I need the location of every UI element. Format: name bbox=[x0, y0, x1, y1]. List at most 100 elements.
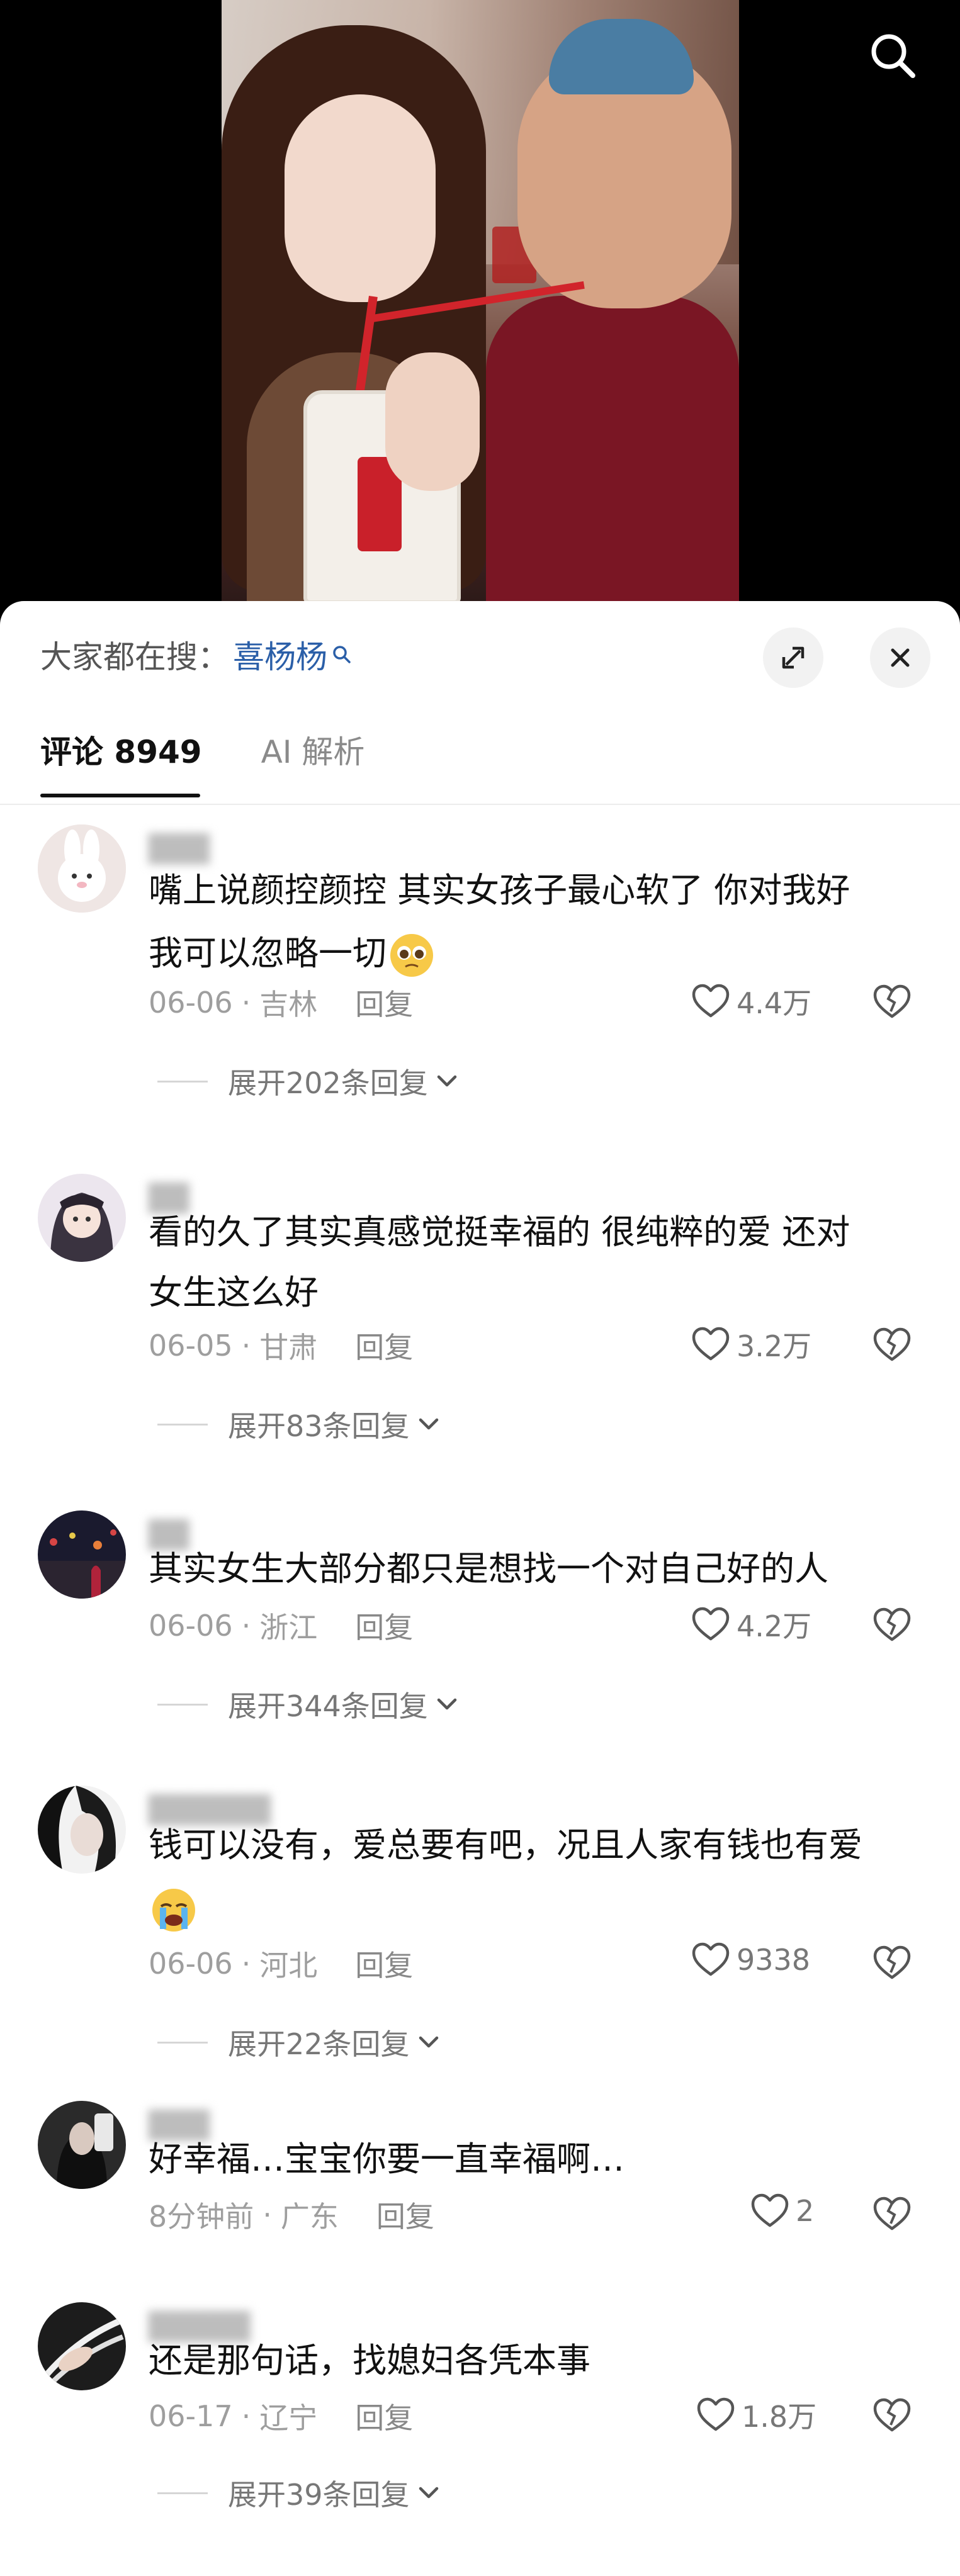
comment-text: 好幸福…宝宝你要一直幸福啊… bbox=[149, 2129, 917, 2190]
comment-text-line: 还是那句话，找媳妇各凭本事 bbox=[149, 2341, 590, 2380]
expand-replies-button[interactable]: 展开22条回复 bbox=[157, 2022, 440, 2063]
expand-replies-label: 展开344条回复 bbox=[228, 1689, 428, 1723]
comment-location: 吉林 bbox=[259, 987, 318, 1021]
heart-icon bbox=[692, 984, 730, 1018]
comment-date: 06-06 bbox=[149, 1947, 233, 1981]
tabs-divider bbox=[0, 804, 960, 805]
reply-button[interactable]: 回复 bbox=[355, 1943, 413, 1984]
reply-button[interactable]: 回复 bbox=[376, 2194, 434, 2236]
video-person-face bbox=[285, 94, 436, 302]
close-icon bbox=[891, 648, 910, 667]
video-hand bbox=[385, 352, 480, 491]
comment-meta: 06-17 · 辽宁 回复 bbox=[149, 2395, 413, 2437]
tab-comments[interactable]: 评论 8949 bbox=[40, 727, 202, 796]
like-count: 4.2万 bbox=[737, 1609, 812, 1643]
comment-date: 06-06 bbox=[149, 1609, 233, 1643]
expand-replies-button[interactable]: 展开39条回复 bbox=[157, 2472, 440, 2514]
dislike-button[interactable] bbox=[869, 1601, 915, 1648]
broken-heart-icon bbox=[873, 1607, 911, 1641]
like-button[interactable]: 2 bbox=[750, 2193, 814, 2229]
comment-location: 浙江 bbox=[259, 1611, 318, 1645]
like-button[interactable]: 9338 bbox=[691, 1942, 810, 1978]
avatar[interactable] bbox=[38, 1174, 126, 1262]
reply-button[interactable]: 回复 bbox=[355, 2395, 413, 2437]
dislike-button[interactable] bbox=[869, 978, 915, 1025]
comment-text: 钱可以没有，爱总要有吧，况且人家有钱也有爱 bbox=[149, 1814, 917, 1940]
like-count: 1.8万 bbox=[742, 2400, 817, 2434]
comment-text: 其实女生大部分都只是想找一个对自己好的人 bbox=[149, 1539, 917, 1599]
chevron-down-icon bbox=[419, 2487, 438, 2499]
heart-icon bbox=[692, 1327, 730, 1361]
comment-meta: 06-06 · 浙江 回复 bbox=[149, 1605, 413, 1646]
comment-text-line: 女生这么好 bbox=[149, 1273, 319, 1312]
comment-text: 看的久了其实真感觉挺幸福的 很纯粹的爱 还对 女生这么好 bbox=[149, 1202, 917, 1323]
dislike-button[interactable] bbox=[869, 2190, 915, 2237]
comment-date: 06-17 bbox=[149, 2399, 233, 2433]
expand-replies-label: 展开83条回复 bbox=[228, 1409, 410, 1443]
trending-search[interactable]: 大家都在搜： 喜杨杨 bbox=[40, 626, 353, 683]
comment-text-line: 其实女生大部分都只是想找一个对自己好的人 bbox=[149, 1549, 828, 1589]
comment-meta: 06-05 · 甘肃 回复 bbox=[149, 1325, 413, 1366]
expand-replies-label: 展开22条回复 bbox=[228, 2027, 410, 2061]
like-button[interactable]: 1.8万 bbox=[696, 2394, 816, 2436]
expand-replies-button[interactable]: 展开83条回复 bbox=[157, 1403, 440, 1445]
comment-date: 06-06 bbox=[149, 986, 233, 1020]
like-button[interactable]: 3.2万 bbox=[691, 1324, 811, 1365]
broken-heart-icon bbox=[873, 2398, 911, 2432]
expand-replies-label: 展开39条回复 bbox=[228, 2478, 410, 2512]
broken-heart-icon bbox=[873, 984, 911, 1018]
avatar[interactable] bbox=[38, 824, 126, 913]
broken-heart-icon bbox=[873, 2196, 911, 2230]
avatar[interactable] bbox=[38, 1786, 126, 1874]
comment-text: 还是那句话，找媳妇各凭本事 bbox=[149, 2331, 917, 2391]
heart-icon bbox=[751, 2193, 789, 2227]
like-button[interactable]: 4.2万 bbox=[691, 1604, 811, 1645]
expand-replies-button[interactable]: 展开344条回复 bbox=[157, 1684, 458, 1725]
avatar[interactable] bbox=[38, 2302, 126, 2390]
comment-location: 甘肃 bbox=[259, 1330, 318, 1364]
avatar[interactable] bbox=[38, 2101, 126, 2189]
dislike-button[interactable] bbox=[869, 1321, 915, 1368]
avatar[interactable] bbox=[38, 1510, 126, 1599]
tab-ai-analysis[interactable]: AI 解析 bbox=[261, 727, 365, 796]
dislike-button[interactable] bbox=[869, 1939, 915, 1986]
comment-text-line: 嘴上说颜控颜控 其实女孩子最心软了 你对我好 bbox=[149, 870, 850, 910]
comment-text-line: 看的久了其实真感觉挺幸福的 很纯粹的爱 还对 bbox=[149, 1212, 850, 1252]
comment-text-line: 好幸福…宝宝你要一直幸福啊… bbox=[149, 2139, 624, 2179]
active-tab-indicator bbox=[40, 794, 200, 797]
expand-icon bbox=[782, 646, 805, 669]
chevron-down-icon bbox=[437, 1698, 457, 1710]
heart-icon bbox=[692, 1942, 730, 1976]
comment-text-line: 钱可以没有，爱总要有吧，况且人家有钱也有爱 bbox=[149, 1825, 862, 1865]
expand-panel-button[interactable] bbox=[763, 627, 823, 688]
trending-search-prefix: 大家都在搜： bbox=[40, 639, 229, 675]
comment-location: 辽宁 bbox=[259, 2401, 318, 2435]
small-search-icon bbox=[331, 644, 353, 665]
chevron-down-icon bbox=[419, 1418, 438, 1430]
like-button[interactable]: 4.4万 bbox=[691, 981, 811, 1022]
video-player[interactable] bbox=[0, 0, 960, 604]
comment-text: 嘴上说颜控颜控 其实女孩子最心软了 你对我好 我可以忽略一切 bbox=[149, 859, 917, 985]
reply-button[interactable]: 回复 bbox=[355, 1605, 413, 1646]
reply-button[interactable]: 回复 bbox=[355, 982, 413, 1023]
like-count: 9338 bbox=[737, 1943, 811, 1977]
dislike-button[interactable] bbox=[869, 2392, 915, 2438]
broken-heart-icon bbox=[873, 1945, 911, 1979]
pleading-face-emoji bbox=[387, 930, 437, 981]
search-icon[interactable] bbox=[862, 25, 923, 86]
expand-replies-button[interactable]: 展开202条回复 bbox=[157, 1060, 458, 1102]
comment-text-line: 我可以忽略一切 bbox=[149, 933, 387, 973]
comment-date: 06-05 bbox=[149, 1329, 233, 1363]
heart-icon bbox=[692, 1607, 730, 1641]
comment-tabs: 评论 8949 AI 解析 bbox=[40, 727, 424, 796]
comment-meta: 06-06 · 吉林 回复 bbox=[149, 982, 413, 1023]
comment-location: 河北 bbox=[259, 1949, 318, 1983]
like-count: 2 bbox=[796, 2194, 815, 2228]
video-frame bbox=[222, 0, 739, 604]
close-panel-button[interactable] bbox=[870, 627, 930, 688]
reply-button[interactable]: 回复 bbox=[355, 1325, 413, 1366]
trending-search-term[interactable]: 喜杨杨 bbox=[233, 632, 327, 677]
heart-icon bbox=[697, 2397, 735, 2431]
comment-location: 广东 bbox=[280, 2200, 339, 2234]
chevron-down-icon bbox=[437, 1075, 457, 1087]
